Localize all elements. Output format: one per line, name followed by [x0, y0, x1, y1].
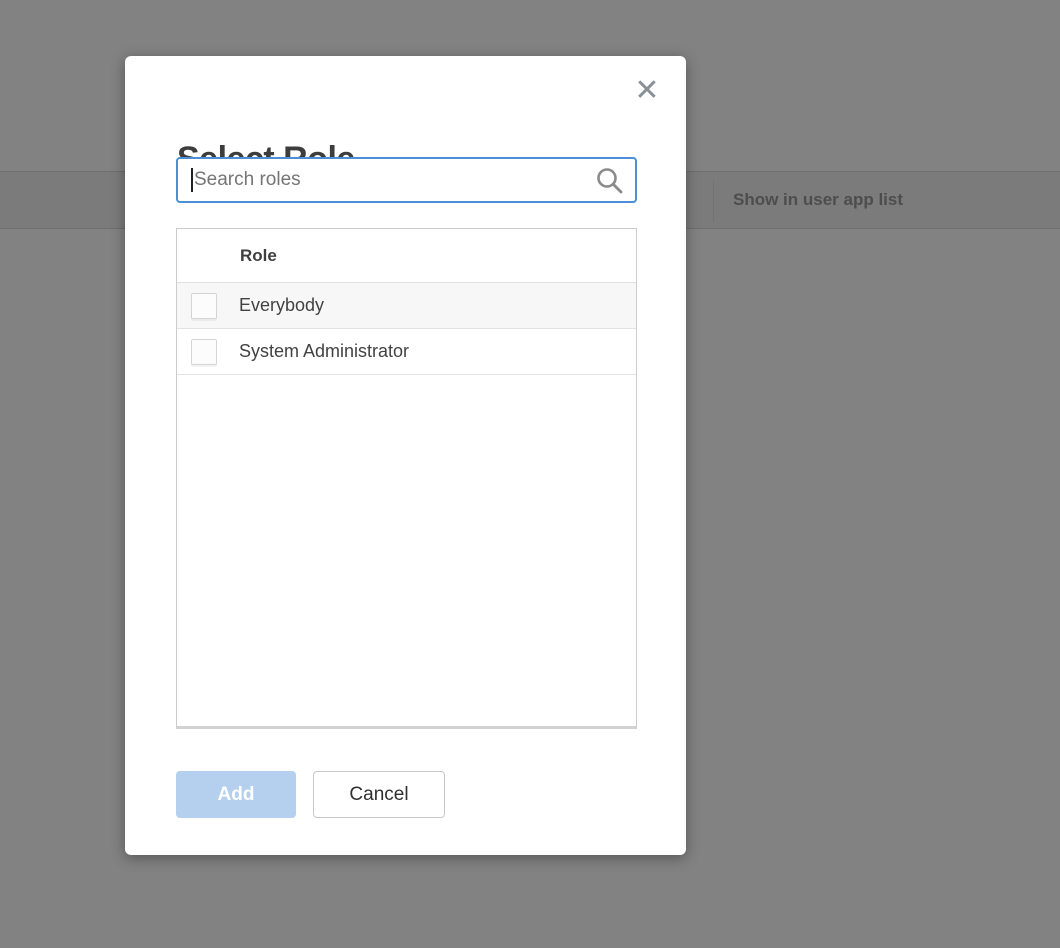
- text-caret: [191, 168, 193, 192]
- close-icon[interactable]: ✕: [630, 74, 664, 108]
- search-input[interactable]: [176, 157, 637, 203]
- cancel-button[interactable]: Cancel: [313, 771, 445, 818]
- role-list: Role Everybody System Administrator: [176, 228, 637, 729]
- background-column-header: Show in user app list: [733, 172, 903, 228]
- role-row-system-administrator[interactable]: System Administrator: [177, 329, 636, 375]
- role-label: Everybody: [239, 295, 324, 316]
- role-row-everybody[interactable]: Everybody: [177, 283, 636, 329]
- background-column-divider: [713, 180, 714, 222]
- select-role-dialog: Select Role ✕ Role Everybody System Admi…: [125, 56, 686, 855]
- dialog-actions: Add Cancel: [176, 771, 445, 818]
- checkbox-system-administrator[interactable]: [191, 339, 217, 365]
- role-column-header: Role: [177, 229, 636, 283]
- role-label: System Administrator: [239, 341, 409, 362]
- checkbox-everybody[interactable]: [191, 293, 217, 319]
- search-field-container: [176, 157, 637, 203]
- add-button[interactable]: Add: [176, 771, 296, 818]
